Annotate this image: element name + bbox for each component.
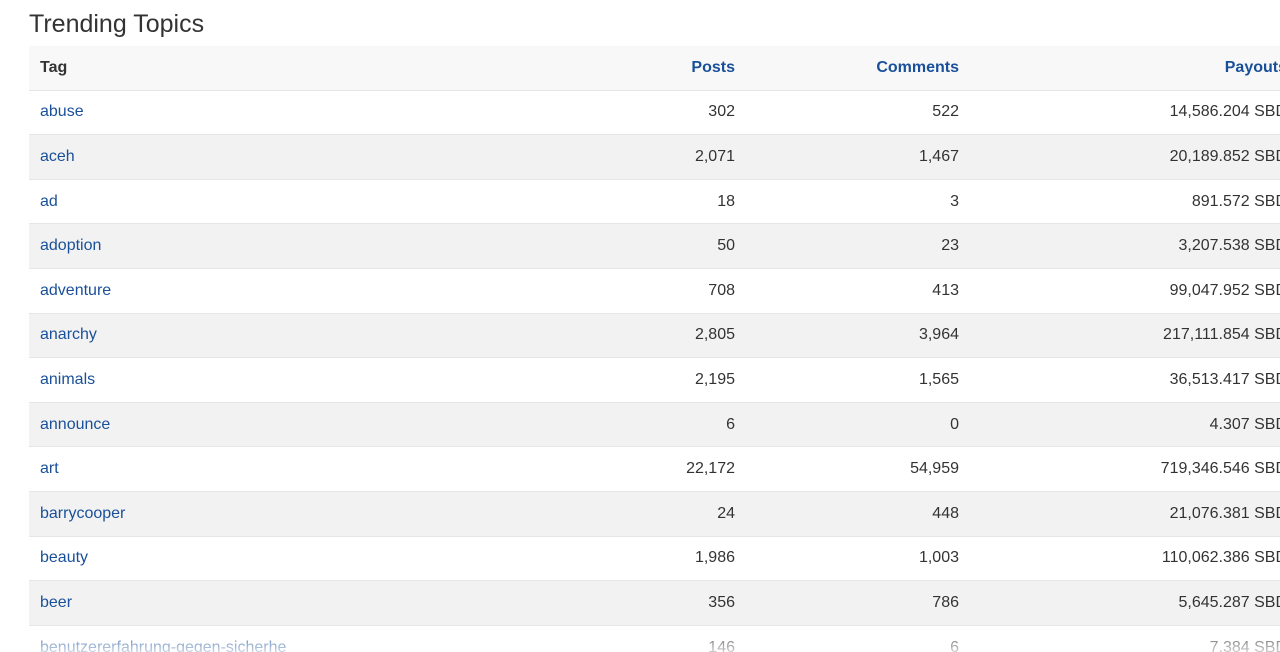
payouts-cell: 20,189.852 SBD — [970, 134, 1280, 180]
posts-cell: 22,172 — [491, 446, 746, 492]
posts-cell: 18 — [491, 178, 746, 224]
table-row: adoption 50 23 3,207.538 SBD — [29, 223, 1280, 269]
tag-link[interactable]: art — [40, 460, 59, 477]
page-title: Trending Topics — [29, 10, 205, 38]
comments-cell: 1,003 — [746, 535, 970, 581]
comments-cell: 1,565 — [746, 357, 970, 403]
tag-link[interactable]: ad — [40, 193, 58, 210]
table-row: art 22,172 54,959 719,346.546 SBD — [29, 446, 1280, 492]
comments-cell: 0 — [746, 401, 970, 447]
payouts-cell: 891.572 SBD — [970, 178, 1280, 224]
table-row: adventure 708 413 99,047.952 SBD — [29, 267, 1280, 314]
tag-link[interactable]: animals — [40, 371, 95, 388]
comments-cell: 23 — [746, 223, 970, 269]
comments-cell: 413 — [746, 267, 970, 314]
tag-link[interactable]: abuse — [40, 103, 84, 120]
tag-link[interactable]: adoption — [40, 237, 101, 254]
table-row: beauty 1,986 1,003 110,062.386 SBD — [29, 535, 1280, 581]
comments-cell: 54,959 — [746, 446, 970, 492]
posts-cell: 2,071 — [491, 134, 746, 180]
column-header-tag: Tag — [29, 46, 491, 91]
table-row: abuse 302 522 14,586.204 SBD — [29, 89, 1280, 135]
payouts-cell: 5,645.287 SBD — [970, 580, 1280, 626]
table-row: aceh 2,071 1,467 20,189.852 SBD — [29, 134, 1280, 180]
posts-cell: 50 — [491, 223, 746, 269]
column-header-comments[interactable]: Comments — [746, 46, 970, 91]
payouts-cell: 14,586.204 SBD — [970, 89, 1280, 135]
column-header-payouts[interactable]: Payouts — [970, 46, 1280, 91]
comments-cell: 522 — [746, 89, 970, 135]
comments-cell: 1,467 — [746, 134, 970, 180]
table-row: benutzererfahrung-gegen-sicherhe 146 6 7… — [29, 624, 1280, 652]
table-row: announce 6 0 4.307 SBD — [29, 401, 1280, 447]
posts-cell: 1,986 — [491, 535, 746, 581]
tag-link[interactable]: beer — [40, 594, 72, 611]
comments-cell: 6 — [746, 624, 970, 652]
payouts-cell: 4.307 SBD — [970, 401, 1280, 447]
column-header-posts[interactable]: Posts — [491, 46, 746, 91]
comments-cell: 448 — [746, 490, 970, 537]
posts-cell: 2,805 — [491, 312, 746, 358]
posts-cell: 24 — [491, 490, 746, 537]
table-row: beer 356 786 5,645.287 SBD — [29, 580, 1280, 626]
tag-link[interactable]: barrycooper — [40, 505, 125, 522]
trending-topics-table: Tag Posts Comments Payouts abuse 302 522… — [29, 46, 1280, 652]
payouts-cell: 21,076.381 SBD — [970, 490, 1280, 537]
posts-cell: 6 — [491, 401, 746, 447]
table-header-row: Tag Posts Comments Payouts — [29, 46, 1280, 91]
payouts-cell: 36,513.417 SBD — [970, 357, 1280, 403]
posts-cell: 146 — [491, 624, 746, 652]
payouts-cell: 99,047.952 SBD — [970, 267, 1280, 314]
table-row: ad 18 3 891.572 SBD — [29, 178, 1280, 224]
posts-cell: 356 — [491, 580, 746, 626]
table-row: anarchy 2,805 3,964 217,111.854 SBD — [29, 312, 1280, 358]
posts-cell: 708 — [491, 267, 746, 314]
tag-link[interactable]: aceh — [40, 148, 75, 165]
payouts-cell: 7.384 SBD — [970, 624, 1280, 652]
trending-topics-page: Trending Topics Tag Posts Comments Payou… — [0, 0, 1280, 652]
comments-cell: 3 — [746, 178, 970, 224]
tag-link[interactable]: beauty — [40, 549, 88, 566]
table-row: animals 2,195 1,565 36,513.417 SBD — [29, 357, 1280, 403]
tag-link[interactable]: adventure — [40, 282, 111, 299]
tag-link[interactable]: anarchy — [40, 326, 97, 343]
comments-cell: 786 — [746, 580, 970, 626]
payouts-cell: 110,062.386 SBD — [970, 535, 1280, 581]
payouts-cell: 217,111.854 SBD — [970, 312, 1280, 358]
tag-link[interactable]: benutzererfahrung-gegen-sicherhe — [40, 639, 286, 652]
table-row: barrycooper 24 448 21,076.381 SBD — [29, 490, 1280, 537]
comments-cell: 3,964 — [746, 312, 970, 358]
payouts-cell: 719,346.546 SBD — [970, 446, 1280, 492]
tag-link[interactable]: announce — [40, 416, 110, 433]
posts-cell: 302 — [491, 89, 746, 135]
payouts-cell: 3,207.538 SBD — [970, 223, 1280, 269]
posts-cell: 2,195 — [491, 357, 746, 403]
